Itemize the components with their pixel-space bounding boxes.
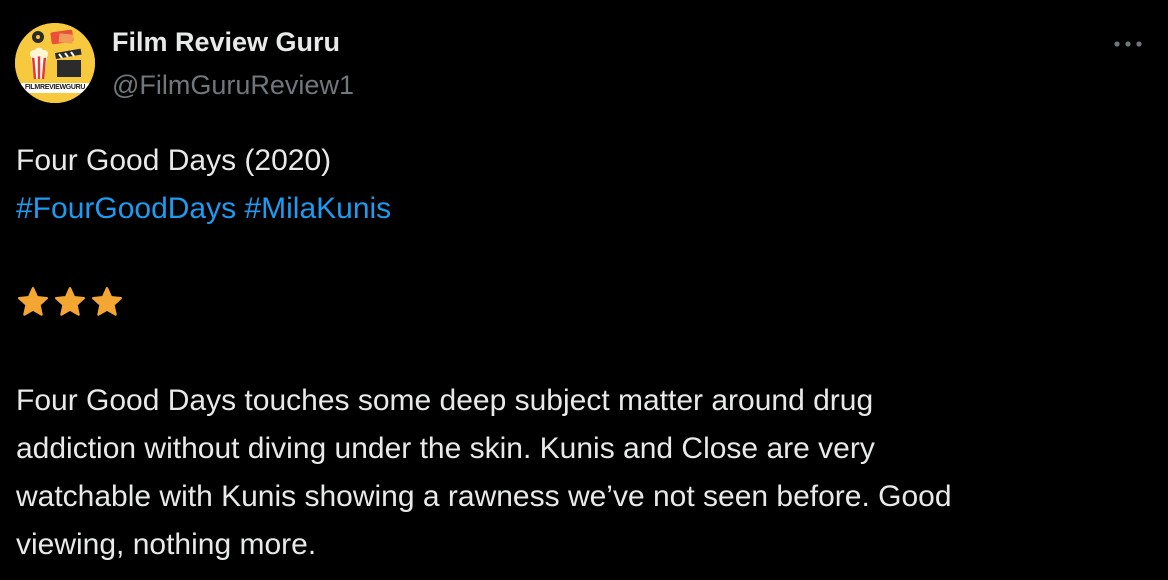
- review-line: viewing, nothing more.: [16, 528, 317, 561]
- author-display-name[interactable]: Film Review Guru: [112, 27, 340, 58]
- hashtag-link[interactable]: #MilaKunis: [244, 192, 391, 225]
- review-line: addiction without diving under the skin.…: [16, 432, 875, 465]
- star-icon: [91, 286, 123, 316]
- tweet-text: Four Good Days (2020) #FourGoodDays #Mil…: [16, 137, 1146, 569]
- star-icon: [17, 286, 49, 316]
- hashtag-link[interactable]: #FourGoodDays: [16, 192, 236, 225]
- review-line: watchable with Kunis showing a rawness w…: [16, 480, 952, 513]
- star-icon: [54, 286, 86, 316]
- star-rating: [16, 281, 1146, 329]
- review-text: Four Good Days touches some deep subject…: [16, 377, 1146, 569]
- tweet: FILMREVIEWGURU Film Review Guru @FilmGur…: [0, 0, 1168, 580]
- hashtag-line: #FourGoodDays #MilaKunis: [16, 185, 1146, 233]
- author-handle[interactable]: @FilmGuruReview1: [112, 70, 354, 101]
- avatar[interactable]: FILMREVIEWGURU: [15, 23, 95, 103]
- tweet-title-line: Four Good Days (2020): [16, 144, 332, 177]
- avatar-label: FILMREVIEWGURU: [24, 84, 86, 91]
- review-line: Four Good Days touches some deep subject…: [16, 384, 874, 417]
- more-horizontal-icon: [1114, 41, 1142, 47]
- more-options-button[interactable]: [1108, 28, 1148, 60]
